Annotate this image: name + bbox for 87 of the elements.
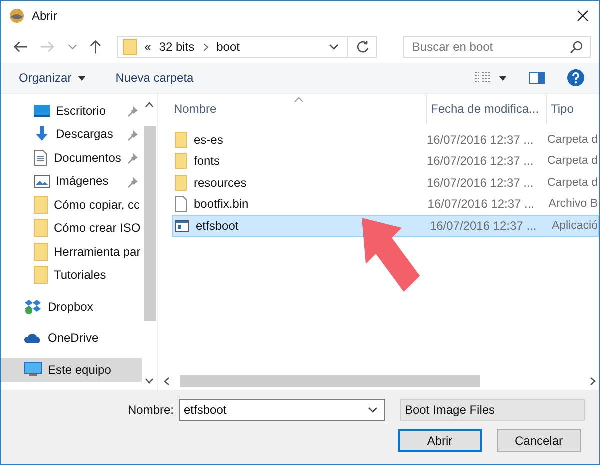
dropbox-icon — [24, 298, 42, 315]
preview-pane-icon[interactable] — [529, 72, 545, 84]
window-title: Abrir — [32, 9, 58, 23]
document-icon — [34, 150, 48, 166]
file-name: etfsboot — [196, 218, 239, 233]
file-name: resources — [194, 176, 247, 190]
type-cell-text: Carpeta d — [546, 176, 598, 189]
chevron-right-icon — [202, 42, 209, 52]
type-cell-text: Carpeta d — [546, 155, 598, 168]
date-cell-text: 16/07/2016 12:37 ... — [426, 132, 535, 147]
sidebar-item[interactable]: Escritorio — [1, 99, 142, 122]
folder-icon — [175, 132, 187, 148]
file-row[interactable]: bootfix.bin 16/07/2016 12:37 ... Archivo B — [172, 194, 599, 215]
refresh-icon[interactable] — [356, 40, 370, 54]
app-icon — [9, 8, 25, 24]
sidebar-item[interactable]: Documentos — [1, 146, 142, 170]
organize-button[interactable]: Organizar — [19, 69, 86, 87]
computer-icon — [24, 362, 42, 378]
scroll-right-icon[interactable] — [590, 376, 596, 386]
type-cell-text: Aplicació — [550, 220, 598, 232]
file-row[interactable]: es-es 16/07/2016 12:37 ... Carpeta d — [172, 129, 599, 150]
date-cell-text: 16/07/2016 12:37 ... — [426, 176, 535, 190]
new-folder-button[interactable]: Nueva carpeta — [116, 69, 194, 87]
cloud-icon — [24, 332, 42, 344]
date-cell-text: 16/07/2016 12:37 ... — [426, 154, 535, 168]
file-name: fonts — [194, 154, 220, 168]
file-name-field[interactable]: etfsboot — [179, 399, 385, 421]
path-overflow[interactable]: « — [144, 40, 152, 54]
file-name: bootfix.bin — [194, 197, 249, 212]
breadcrumb[interactable]: 32 bits — [159, 40, 195, 54]
folder-icon — [175, 174, 187, 191]
column-header[interactable]: Tipo — [546, 94, 599, 124]
pin-icon[interactable] — [128, 106, 138, 117]
image-icon — [34, 174, 50, 188]
folder-icon — [122, 39, 137, 55]
address-bar[interactable]: « 32 bits boot — [116, 36, 378, 58]
download-icon — [34, 126, 50, 142]
type-cell-text: Carpeta d — [546, 134, 598, 146]
desktop-icon — [34, 104, 50, 118]
folder-icon — [34, 242, 48, 261]
file-row[interactable]: resources 16/07/2016 12:37 ... Carpeta d — [172, 172, 599, 194]
column-header[interactable]: Nombre — [158, 94, 426, 124]
scroll-up-icon[interactable] — [145, 102, 154, 108]
folder-icon — [175, 153, 187, 170]
date-cell-text: 16/07/2016 12:37 ... — [426, 197, 536, 212]
chevron-down-icon — [368, 407, 378, 414]
open-button[interactable]: Abrir — [398, 429, 482, 452]
type-cell-text: Archivo B — [548, 198, 598, 210]
caret-icon — [78, 76, 86, 80]
view-details-icon[interactable] — [475, 72, 491, 84]
breadcrumb[interactable]: boot — [216, 40, 240, 54]
file-icon — [175, 196, 187, 212]
folder-icon — [34, 266, 48, 284]
chevron-down-icon[interactable] — [329, 43, 340, 51]
date-cell-text: 16/07/2016 12:37 ... — [428, 218, 538, 233]
back-icon[interactable] — [13, 40, 28, 54]
cancel-button[interactable]: Cancelar — [497, 429, 581, 452]
pin-icon[interactable] — [128, 176, 138, 188]
close-icon[interactable] — [577, 10, 589, 22]
file-row[interactable]: etfsboot 16/07/2016 12:37 ... Aplicació — [172, 215, 599, 236]
sidebar-item[interactable]: Este equipo — [1, 358, 142, 382]
scroll-left-icon[interactable] — [164, 376, 170, 386]
search-icon — [570, 41, 583, 54]
pin-icon[interactable] — [128, 153, 138, 164]
file-type-dropdown[interactable]: Boot Image Files — [400, 399, 585, 421]
application-icon — [175, 220, 189, 232]
help-icon[interactable] — [567, 69, 585, 87]
folder-icon — [34, 219, 48, 238]
sidebar-item[interactable]: Herramienta par — [1, 240, 142, 264]
sort-caret-icon — [294, 97, 304, 103]
search-field[interactable]: Buscar en boot — [403, 36, 591, 58]
scroll-down-icon[interactable] — [145, 378, 154, 384]
sidebar-item[interactable]: OneDrive — [1, 326, 142, 350]
up-arrow-icon[interactable] — [89, 39, 103, 55]
file-row[interactable]: fonts 16/07/2016 12:37 ... Carpeta d — [172, 150, 599, 172]
column-header[interactable]: Fecha de modifica... — [426, 94, 546, 124]
name-label: Nombre: — [128, 403, 174, 417]
pin-icon[interactable] — [128, 130, 138, 140]
file-name: es-es — [194, 132, 224, 147]
sidebar-item[interactable]: Cómo copiar, cc — [1, 193, 142, 216]
sidebar-item[interactable]: Imágenes — [1, 170, 142, 193]
caret-icon[interactable] — [499, 76, 507, 80]
sidebar-item[interactable]: Descargas — [1, 122, 142, 146]
sidebar-item[interactable]: Dropbox — [1, 295, 142, 318]
sidebar-item[interactable]: Cómo crear ISO — [1, 216, 142, 240]
folder-icon — [34, 196, 48, 214]
sidebar-item[interactable]: Tutoriales — [1, 264, 142, 287]
